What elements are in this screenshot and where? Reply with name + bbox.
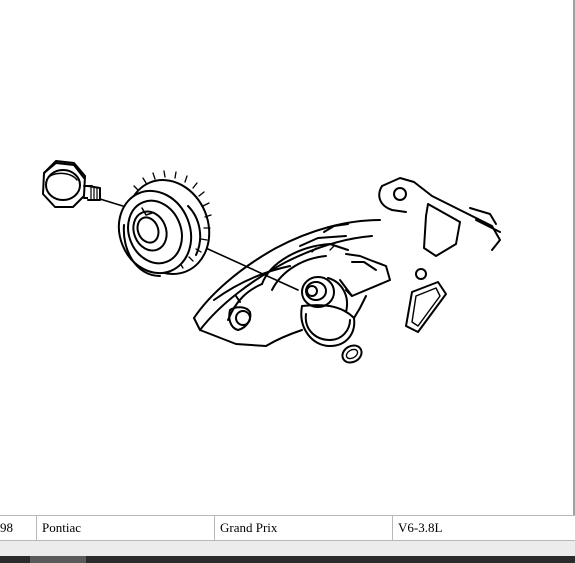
diagram-viewer: 98 Pontiac Grand Prix V6-3.8L xyxy=(0,0,575,563)
centerline-1 xyxy=(99,198,127,208)
taskbar xyxy=(0,556,575,563)
vehicle-engine: V6-3.8L xyxy=(392,516,575,540)
vehicle-model: Grand Prix xyxy=(214,516,392,540)
vehicle-year: 98 xyxy=(0,520,13,535)
crankshaft-sprocket xyxy=(117,170,212,277)
bolt xyxy=(42,160,101,208)
vehicle-info-bar: 98 Pontiac Grand Prix V6-3.8L xyxy=(0,515,575,541)
exploded-diagram xyxy=(42,160,501,364)
vehicle-make: Pontiac xyxy=(36,516,214,540)
engine-front-cover xyxy=(193,177,501,364)
diagram-frame xyxy=(0,0,575,515)
taskbar-button[interactable] xyxy=(30,556,86,563)
